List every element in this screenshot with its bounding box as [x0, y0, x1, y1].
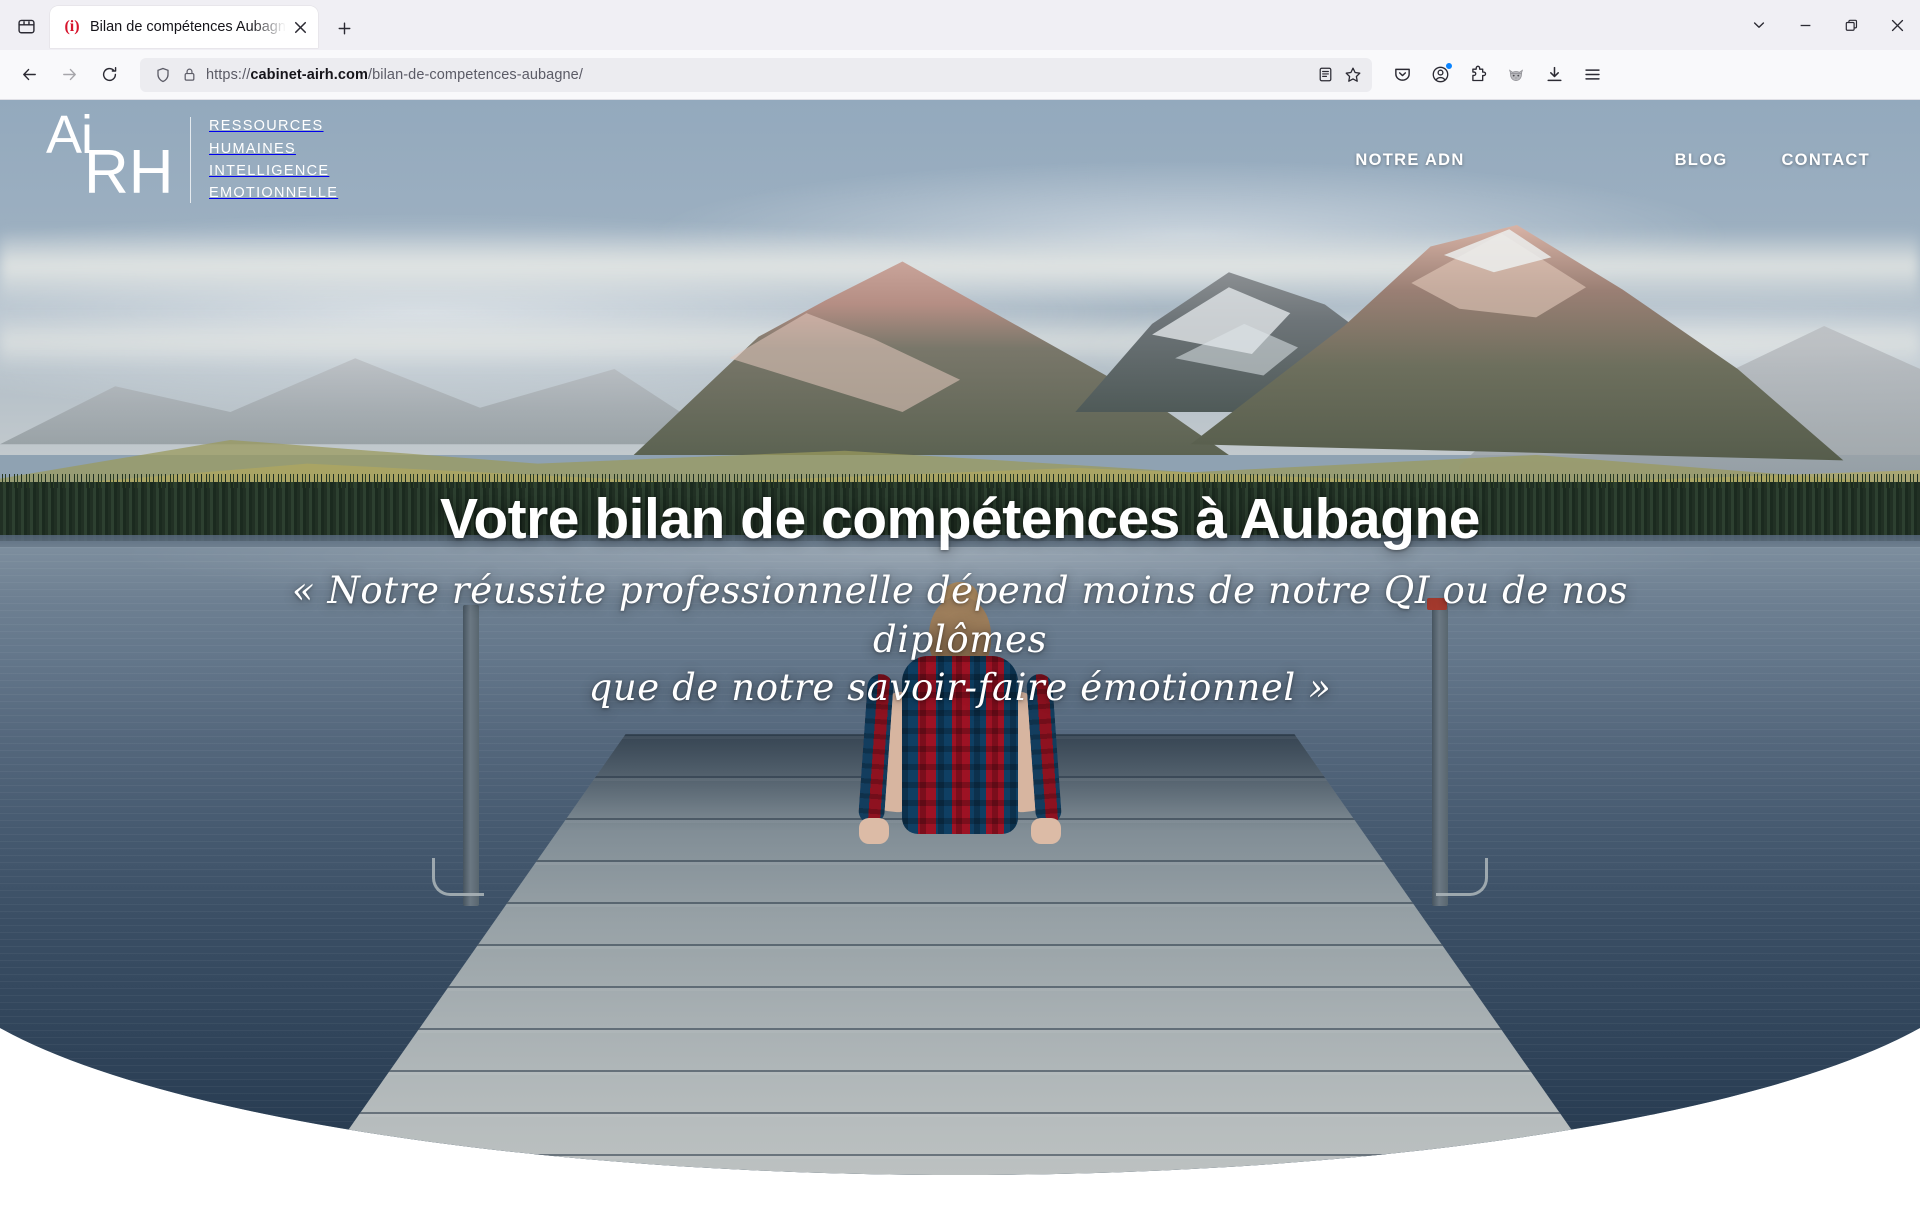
bookmark-star-icon[interactable] [1340, 62, 1366, 88]
nav-link-notre-adn[interactable]: NOTRE ADN [1355, 141, 1464, 180]
plaid-shirt [901, 655, 1018, 834]
dock-rail-right [1436, 857, 1489, 896]
minimize-icon[interactable] [1782, 4, 1828, 46]
dock-post-marker [1426, 597, 1447, 610]
extensions-puzzle-icon[interactable] [1460, 58, 1496, 92]
navigation-toolbar: https://cabinet-airh.com/bilan-de-compet… [0, 50, 1920, 100]
pocket-save-icon[interactable] [1384, 58, 1420, 92]
close-window-icon[interactable] [1874, 4, 1920, 46]
hero-background-image [0, 100, 1920, 1175]
cat-extension-icon[interactable] [1498, 58, 1534, 92]
url-host: cabinet-airh.com [250, 66, 368, 83]
back-arrow-icon[interactable] [10, 58, 48, 92]
tab-strip: (i) Bilan de compétences Aubagne [0, 0, 1920, 50]
downloads-icon[interactable] [1536, 58, 1572, 92]
url-path: /bilan-de-competences-aubagne/ [367, 66, 583, 83]
padlock-icon[interactable] [176, 62, 202, 88]
hero-section: Ai RH RESSOURCES HUMAINES INTELLIGENCE E… [0, 100, 1920, 1175]
logo-mark-rh: RH [84, 138, 174, 207]
logo-tagline: RESSOURCES HUMAINES INTELLIGENCE EMOTION… [209, 115, 338, 205]
url-bar-actions [1312, 62, 1366, 88]
account-badge-dot [1445, 61, 1453, 70]
forest-treeline [0, 473, 1920, 541]
account-icon[interactable] [1422, 58, 1458, 92]
tagline-line: INTELLIGENCE [209, 163, 330, 179]
tagline-line: EMOTIONNELLE [209, 185, 339, 202]
reader-view-icon[interactable] [1312, 62, 1338, 88]
dock-rail-left [431, 857, 484, 896]
tracking-protection-shield-icon[interactable] [150, 62, 176, 88]
tagline-line: RESSOURCES [209, 118, 324, 135]
logo-mark: Ai RH [40, 108, 174, 208]
main-navigation: NOTRE ADN BLOG CONTACT [1355, 141, 1870, 180]
app-menu-icon[interactable] [1574, 58, 1610, 92]
tagline-line: HUMAINES [209, 140, 296, 157]
mountain-range [0, 224, 1920, 520]
chevron-down-icon[interactable] [1736, 4, 1782, 46]
seated-person [857, 581, 1063, 896]
window-controls [1736, 0, 1920, 50]
next-section [0, 1175, 1920, 1223]
hand-left [858, 817, 889, 844]
nav-link-contact[interactable]: CONTACT [1781, 141, 1870, 180]
browser-tab[interactable]: (i) Bilan de compétences Aubagne [50, 6, 318, 48]
restore-icon[interactable] [1828, 4, 1874, 46]
url-scheme: https:// [206, 66, 251, 83]
info-favicon: (i) [64, 18, 80, 35]
browser-toolbar-actions [1384, 58, 1610, 92]
nav-link-blog[interactable]: BLOG [1675, 141, 1728, 180]
tab-list-icon[interactable] [6, 6, 46, 46]
logo-divider [190, 117, 191, 203]
tab-title: Bilan de compétences Aubagne [90, 19, 286, 35]
hero-curved-mask [0, 100, 1920, 1175]
url-text[interactable]: https://cabinet-airh.com/bilan-de-compet… [202, 67, 1312, 83]
site-logo[interactable]: Ai RH RESSOURCES HUMAINES INTELLIGENCE E… [40, 108, 338, 208]
forward-arrow-icon[interactable] [50, 58, 88, 92]
close-tab-icon[interactable] [288, 15, 312, 39]
site-header: Ai RH RESSOURCES HUMAINES INTELLIGENCE E… [0, 100, 1920, 220]
browser-window: (i) Bilan de compétences Aubagne https:/… [0, 0, 1920, 1223]
new-tab-button[interactable] [326, 10, 362, 46]
hand-right [1030, 817, 1061, 844]
page-viewport: Ai RH RESSOURCES HUMAINES INTELLIGENCE E… [0, 100, 1920, 1223]
reload-icon[interactable] [90, 58, 128, 92]
url-bar[interactable]: https://cabinet-airh.com/bilan-de-compet… [140, 57, 1372, 92]
